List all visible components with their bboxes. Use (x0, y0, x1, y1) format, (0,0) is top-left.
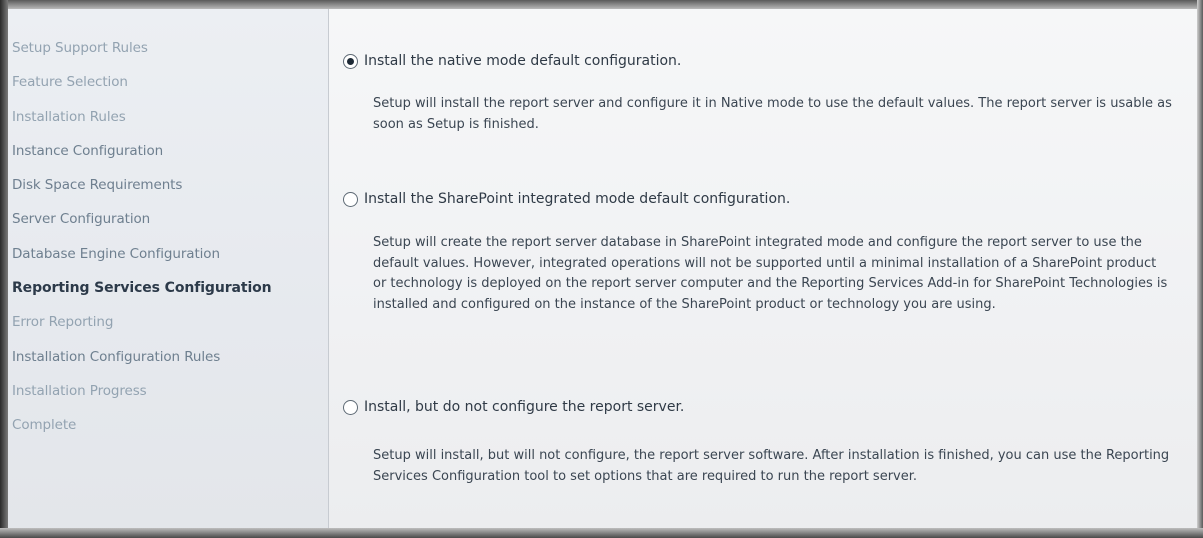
sidebar-item-reporting-services-configuration[interactable]: Reporting Services Configuration (12, 271, 328, 305)
install-only-label[interactable]: Install, but do not configure the report… (364, 399, 684, 415)
sidebar-item-installation-configuration-rules[interactable]: Installation Configuration Rules (12, 340, 328, 374)
sidebar-item-feature-selection[interactable]: Feature Selection (12, 65, 328, 99)
native-mode-label[interactable]: Install the native mode default configur… (364, 53, 681, 69)
sidebar-item-installation-progress[interactable]: Installation Progress (12, 374, 328, 408)
install-only-description: Setup will install, but will not configu… (373, 448, 1170, 484)
sidebar-item-server-configuration[interactable]: Server Configuration (12, 202, 328, 236)
option-native-mode[interactable]: Install the native mode default configur… (343, 53, 681, 69)
monitor-bezel-bottom (0, 528, 1203, 538)
native-mode-radio[interactable] (343, 53, 358, 69)
sidebar-item-installation-rules[interactable]: Installation Rules (12, 100, 328, 134)
reporting-services-options-panel: Install the native mode default configur… (329, 9, 1197, 528)
option-sharepoint-integrated-mode[interactable]: Install the SharePoint integrated mode d… (343, 191, 790, 207)
setup-steps-sidebar: Setup Support Rules Feature Selection In… (8, 9, 329, 528)
sidebar-item-database-engine-configuration[interactable]: Database Engine Configuration (12, 237, 328, 271)
sidebar-item-error-reporting[interactable]: Error Reporting (12, 305, 328, 339)
installer-window: Setup Support Rules Feature Selection In… (0, 0, 1203, 538)
sharepoint-integrated-description: Setup will create the report server data… (373, 235, 1168, 312)
sharepoint-integrated-radio[interactable] (343, 191, 358, 207)
sidebar-item-setup-support-rules[interactable]: Setup Support Rules (12, 31, 328, 65)
sharepoint-integrated-label[interactable]: Install the SharePoint integrated mode d… (364, 191, 790, 207)
sidebar-item-complete[interactable]: Complete (12, 408, 328, 442)
monitor-bezel-right (1197, 0, 1203, 538)
setup-steps-list: Setup Support Rules Feature Selection In… (8, 9, 328, 443)
sidebar-item-instance-configuration[interactable]: Instance Configuration (12, 134, 328, 168)
install-only-radio[interactable] (343, 399, 358, 415)
option-install-only[interactable]: Install, but do not configure the report… (343, 399, 684, 415)
native-mode-description: Setup will install the report server and… (373, 96, 1172, 132)
monitor-bezel-left (0, 0, 8, 538)
sidebar-item-disk-space-requirements[interactable]: Disk Space Requirements (12, 168, 328, 202)
monitor-bezel-top (0, 0, 1203, 9)
